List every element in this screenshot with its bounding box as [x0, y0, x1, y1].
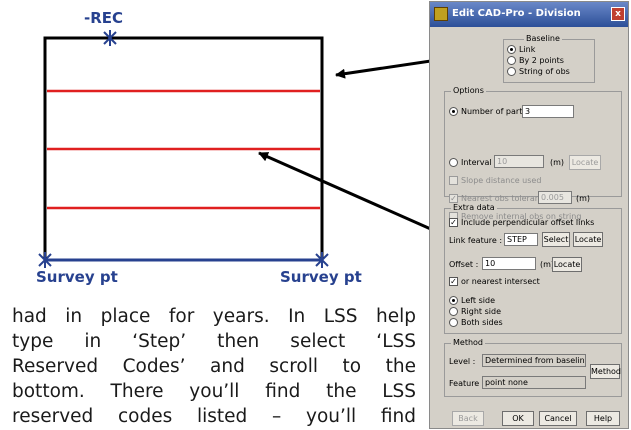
- extra-data-group-title: Extra data: [451, 203, 497, 212]
- nearest-intersect-option[interactable]: ✓ or nearest intersect: [449, 277, 540, 286]
- side-option-left[interactable]: Left side: [449, 296, 495, 305]
- slope-distance-option[interactable]: Slope distance used: [449, 176, 541, 185]
- checkbox[interactable]: ✓: [449, 218, 458, 227]
- baseline-group-title: Baseline: [524, 34, 562, 43]
- paragraph-line: reserved codes listed – you’ll find: [12, 406, 416, 427]
- paragraph-line: Reserved Codes’ and scroll to the: [12, 356, 416, 377]
- number-of-parts-option[interactable]: Number of parts :: [449, 107, 532, 116]
- include-offset-option[interactable]: ✓ Include perpendicular offset links: [449, 218, 594, 227]
- arrow-to-division: [258, 151, 443, 236]
- select-button[interactable]: Select: [542, 232, 570, 247]
- help-button[interactable]: Help: [586, 411, 620, 426]
- side-option-both[interactable]: Both sides: [449, 318, 503, 327]
- paragraph-line: bottom. There you’ll find the LSS: [12, 381, 416, 402]
- paragraph-line: type in ‘Step’ then select ‘LSS: [12, 331, 416, 352]
- back-button[interactable]: Back: [452, 411, 484, 426]
- dialog-title: Edit CAD-Pro - Division: [452, 8, 581, 19]
- survey-pt-label-right: Survey pt: [280, 268, 362, 286]
- checkbox[interactable]: ✓: [449, 277, 458, 286]
- link-feature-label: Link feature :: [449, 236, 503, 245]
- dialog-titlebar: Edit CAD-Pro - Division x: [430, 2, 628, 27]
- radio-button[interactable]: [507, 45, 516, 54]
- feature-value: point none: [482, 376, 586, 389]
- interval-unit: (m): [550, 158, 565, 167]
- cancel-button[interactable]: Cancel: [539, 411, 577, 426]
- method-button[interactable]: Method: [590, 364, 621, 379]
- radio-button[interactable]: [449, 318, 458, 327]
- link-feature-input[interactable]: STEP: [504, 233, 538, 246]
- radio-button[interactable]: [507, 56, 516, 65]
- paragraph-line: had in place for years. In LSS help: [12, 306, 416, 327]
- method-group-title: Method: [451, 338, 486, 347]
- offset-input[interactable]: 10: [482, 257, 536, 270]
- nearest-obs-unit: (m): [576, 194, 591, 203]
- feature-label: Feature :: [449, 379, 485, 388]
- nearest-obs-input[interactable]: 0.005: [538, 191, 572, 204]
- interval-locate-button[interactable]: Locate: [569, 155, 601, 170]
- level-value: Determined from baseline: [482, 354, 586, 367]
- radio-button[interactable]: [449, 307, 458, 316]
- offset-locate-button[interactable]: Locate: [552, 257, 582, 272]
- side-option-right[interactable]: Right side: [449, 307, 501, 316]
- ok-button[interactable]: OK: [502, 411, 534, 426]
- radio-button[interactable]: [507, 67, 516, 76]
- checkbox[interactable]: [449, 176, 458, 185]
- radio-button[interactable]: [449, 158, 458, 167]
- close-icon[interactable]: x: [611, 7, 625, 21]
- offset-label: Offset :: [449, 260, 479, 269]
- radio-button[interactable]: [449, 296, 458, 305]
- baseline-option-by-2-points[interactable]: By 2 points: [507, 56, 564, 65]
- baseline-option-string-of-obs[interactable]: String of obs: [507, 67, 570, 76]
- division-dialog: Edit CAD-Pro - Division x Baseline Link …: [429, 1, 629, 429]
- baseline-option-link[interactable]: Link: [507, 45, 535, 54]
- level-label: Level :: [449, 357, 476, 366]
- body-paragraph: had in place for years. In LSS help type…: [12, 304, 416, 430]
- options-group-title: Options: [451, 86, 486, 95]
- rec-label: -REC: [84, 9, 124, 27]
- app-icon: [434, 7, 448, 21]
- interval-option[interactable]: Interval :: [449, 158, 497, 167]
- checkbox[interactable]: ✓: [449, 194, 458, 203]
- link-locate-button[interactable]: Locate: [573, 232, 603, 247]
- number-of-parts-input[interactable]: 3: [522, 105, 574, 118]
- radio-button[interactable]: [449, 107, 458, 116]
- survey-pt-label-left: Survey pt: [36, 268, 118, 286]
- interval-input[interactable]: 10: [494, 155, 544, 168]
